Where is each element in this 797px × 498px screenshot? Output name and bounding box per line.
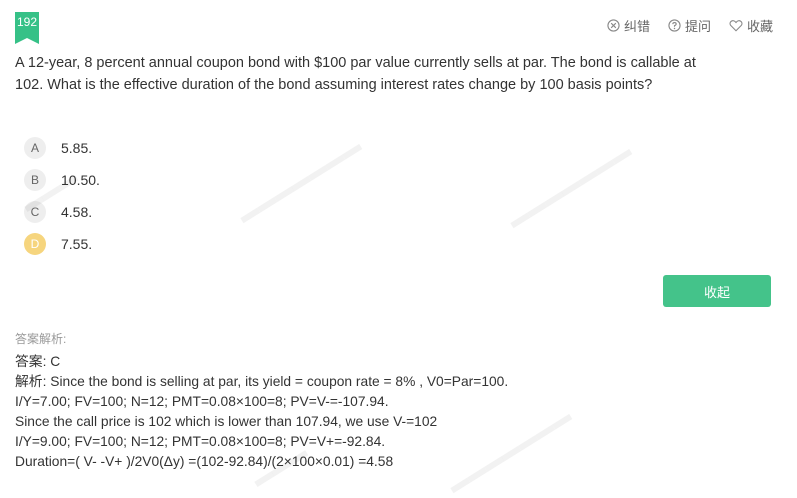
option-d-letter: D: [24, 233, 46, 255]
analysis-title: 答案解析:: [15, 332, 67, 346]
question-circle-icon: [668, 19, 681, 32]
report-error-button[interactable]: 纠错: [607, 16, 650, 35]
answer-value: C: [50, 354, 61, 369]
favorite-button[interactable]: 收藏: [729, 16, 773, 35]
close-circle-icon: [607, 19, 620, 32]
explanation-line-4: I/Y=9.00; FV=100; N=12; PMT=0.08×100=8; …: [15, 434, 386, 449]
question-text: A 12-year, 8 percent annual coupon bond …: [15, 52, 775, 96]
option-b-text: 10.50.: [61, 172, 100, 188]
option-d[interactable]: D 7.55.: [24, 228, 100, 260]
favorite-label: 收藏: [746, 19, 773, 34]
options-list: A 5.85. B 10.50. C 4.58. D 7.55.: [24, 132, 100, 260]
report-error-label: 纠错: [623, 19, 650, 34]
option-c-letter: C: [24, 201, 46, 223]
question-number-badge: 192: [15, 12, 39, 44]
option-c-text: 4.58.: [61, 204, 93, 220]
option-b[interactable]: B 10.50.: [24, 164, 100, 196]
top-actions: 纠错 提问 收藏: [607, 16, 773, 35]
option-a[interactable]: A 5.85.: [24, 132, 100, 164]
explanation-line-5: Duration=( V- -V+ )/2V0(Δy) =(102-92.84)…: [15, 454, 394, 469]
explanation-text-1: Since the bond is selling at par, its yi…: [50, 374, 509, 389]
explanation-label: 解析:: [15, 374, 47, 389]
option-d-text: 7.55.: [61, 236, 93, 252]
answer-line: 答案: C: [15, 352, 785, 372]
explanation-line-2: I/Y=7.00; FV=100; N=12; PMT=0.08×100=8; …: [15, 394, 389, 409]
analysis-section: 答案解析: 答案: C 解析: Since the bond is sellin…: [15, 330, 785, 472]
option-c[interactable]: C 4.58.: [24, 196, 100, 228]
option-a-letter: A: [24, 137, 46, 159]
ask-question-button[interactable]: 提问: [668, 16, 711, 35]
question-line-2: 102. What is the effective duration of t…: [15, 77, 653, 93]
explanation-line-3: Since the call price is 102 which is low…: [15, 414, 438, 429]
answer-label: 答案:: [15, 354, 47, 369]
collapse-button[interactable]: 收起: [663, 275, 771, 307]
ask-question-label: 提问: [684, 19, 711, 34]
watermark-pattern: ▬▬▬▬▬▬▬: [234, 134, 365, 228]
option-b-letter: B: [24, 169, 46, 191]
option-a-text: 5.85.: [61, 140, 93, 156]
explanation-line-1: 解析: Since the bond is selling at par, it…: [15, 372, 785, 392]
question-line-1: A 12-year, 8 percent annual coupon bond …: [15, 55, 696, 71]
watermark-pattern: ▬▬▬▬▬▬▬: [504, 139, 635, 233]
heart-icon: [729, 20, 743, 32]
